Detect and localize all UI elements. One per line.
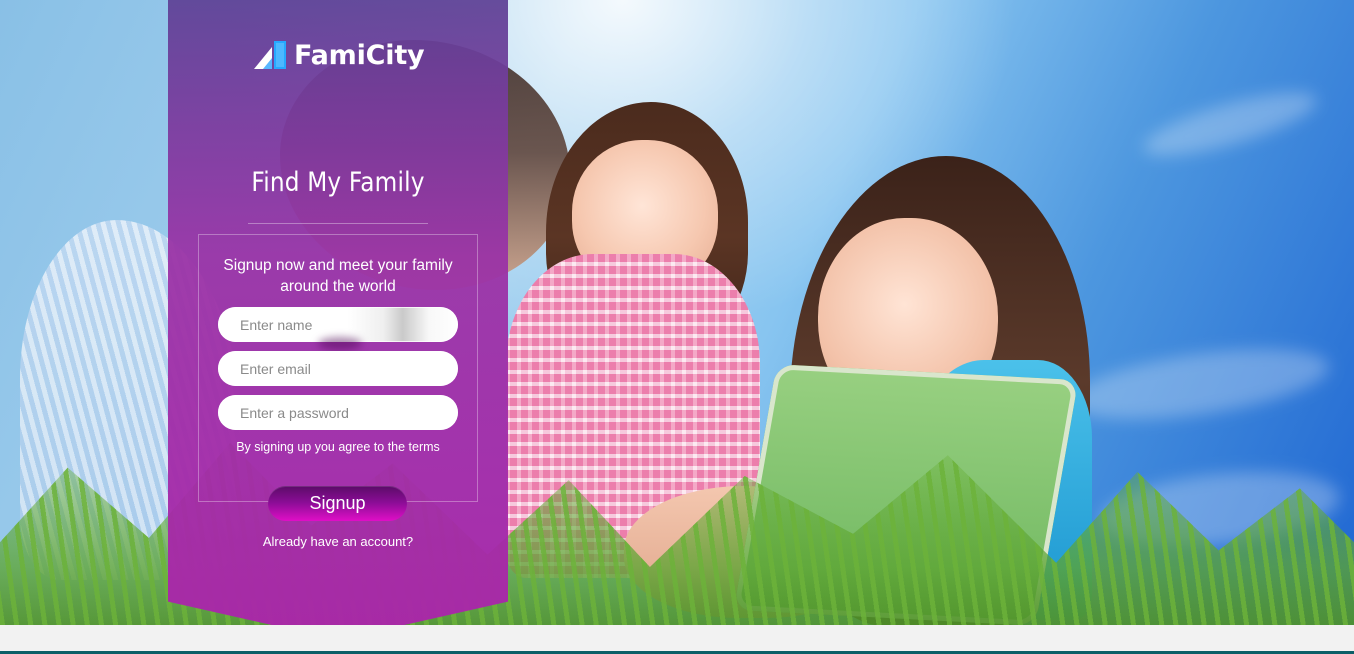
name-input-shadow xyxy=(318,337,362,350)
triangle-logo-icon xyxy=(254,41,288,69)
cloud-shape xyxy=(1137,79,1323,169)
email-input[interactable] xyxy=(218,351,458,386)
already-have-account-link[interactable]: Already have an account? xyxy=(218,534,458,549)
signup-button[interactable]: Signup xyxy=(268,486,407,521)
password-input[interactable] xyxy=(218,395,458,430)
email-field-wrapper xyxy=(218,351,458,386)
signup-intro-text: Signup now and meet your family around t… xyxy=(223,257,453,295)
terms-text: By signing up you agree to the terms xyxy=(236,440,440,454)
brand-name: FamiCity xyxy=(294,39,425,71)
title-divider xyxy=(248,223,428,224)
famicity-logo: FamiCity xyxy=(254,38,425,72)
footer-strip xyxy=(0,625,1354,654)
password-field-wrapper xyxy=(218,395,458,430)
cloud-shape xyxy=(1067,336,1333,432)
page-title: Find My Family xyxy=(251,167,425,198)
